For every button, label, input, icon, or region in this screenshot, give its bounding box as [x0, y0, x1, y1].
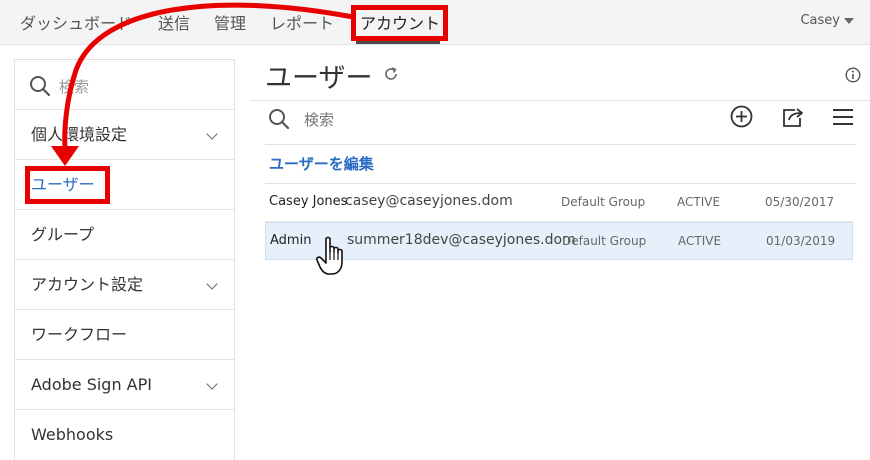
chevron-down-icon — [206, 278, 218, 290]
user-email-cell: summer18dev@caseyjones.dom — [347, 232, 576, 248]
nav-send[interactable]: 送信 — [158, 10, 190, 34]
user-search-input[interactable]: 検索 — [304, 109, 334, 130]
search-icon — [30, 76, 51, 97]
sidebar-item-label: ワークフロー — [31, 325, 128, 344]
sidebar-item-personal-preferences[interactable]: 個人環境設定 — [15, 110, 234, 160]
user-name-cell: Admin — [270, 233, 312, 248]
nav-dashboard[interactable]: ダッシュボード — [20, 10, 132, 34]
page-title: ユーザー — [265, 63, 373, 94]
settings-sidebar: 検索 個人環境設定 ユーザー グループ アカウント設定 ワークフロー Adobe… — [14, 59, 235, 460]
toolbar-divider — [265, 144, 856, 145]
sidebar-search[interactable]: 検索 — [15, 60, 234, 110]
user-menu[interactable]: Casey — [800, 13, 854, 28]
user-date-cell: 01/03/2019 — [766, 234, 836, 248]
user-name: Casey — [800, 13, 840, 28]
hamburger-menu-icon[interactable] — [833, 108, 853, 126]
sidebar-item-account-settings[interactable]: アカウント設定 — [15, 260, 234, 310]
user-status-cell: ACTIVE — [678, 234, 722, 248]
user-status-cell: ACTIVE — [677, 195, 721, 209]
search-icon[interactable] — [268, 108, 290, 130]
sidebar-search-placeholder: 検索 — [59, 78, 90, 96]
sidebar-item-workflows[interactable]: ワークフロー — [15, 310, 234, 360]
nav-manage[interactable]: 管理 — [214, 10, 246, 34]
edit-users-link[interactable]: ユーザーを編集 — [269, 153, 374, 174]
hand-cursor-icon — [316, 236, 343, 275]
annotation-box-users-item — [25, 166, 110, 204]
user-email-cell: casey@caseyjones.dom — [345, 193, 513, 209]
user-name-cell: Casey Jones — [269, 194, 348, 209]
sidebar-item-groups[interactable]: グループ — [15, 210, 234, 260]
nav-reports[interactable]: レポート — [270, 10, 334, 34]
sidebar-item-label: アカウント設定 — [31, 275, 144, 294]
table-row[interactable]: Admin summer18dev@caseyjones.dom Default… — [265, 222, 853, 260]
active-tab-indicator — [356, 41, 440, 44]
user-group-cell: Default Group — [562, 234, 647, 248]
refresh-icon[interactable] — [383, 66, 399, 82]
annotation-box-account-tab — [351, 5, 448, 41]
title-divider — [250, 100, 870, 101]
sidebar-item-webhooks[interactable]: Webhooks — [15, 410, 234, 460]
chevron-down-icon — [206, 378, 218, 390]
info-icon[interactable] — [845, 67, 861, 83]
sidebar-item-adobe-sign-api[interactable]: Adobe Sign API — [15, 360, 234, 410]
sidebar-item-label: グループ — [31, 225, 95, 244]
sidebar-item-label: Webhooks — [31, 425, 114, 444]
table-row[interactable]: Casey Jones casey@caseyjones.dom Default… — [265, 184, 853, 222]
sidebar-item-label: Adobe Sign API — [31, 375, 152, 394]
user-group-cell: Default Group — [561, 195, 646, 209]
sidebar-item-label: 個人環境設定 — [31, 125, 128, 144]
caret-down-icon — [844, 17, 854, 24]
user-date-cell: 05/30/2017 — [765, 195, 835, 209]
add-circle-icon[interactable] — [730, 105, 753, 128]
export-icon[interactable] — [781, 106, 805, 128]
chevron-down-icon — [206, 128, 218, 140]
